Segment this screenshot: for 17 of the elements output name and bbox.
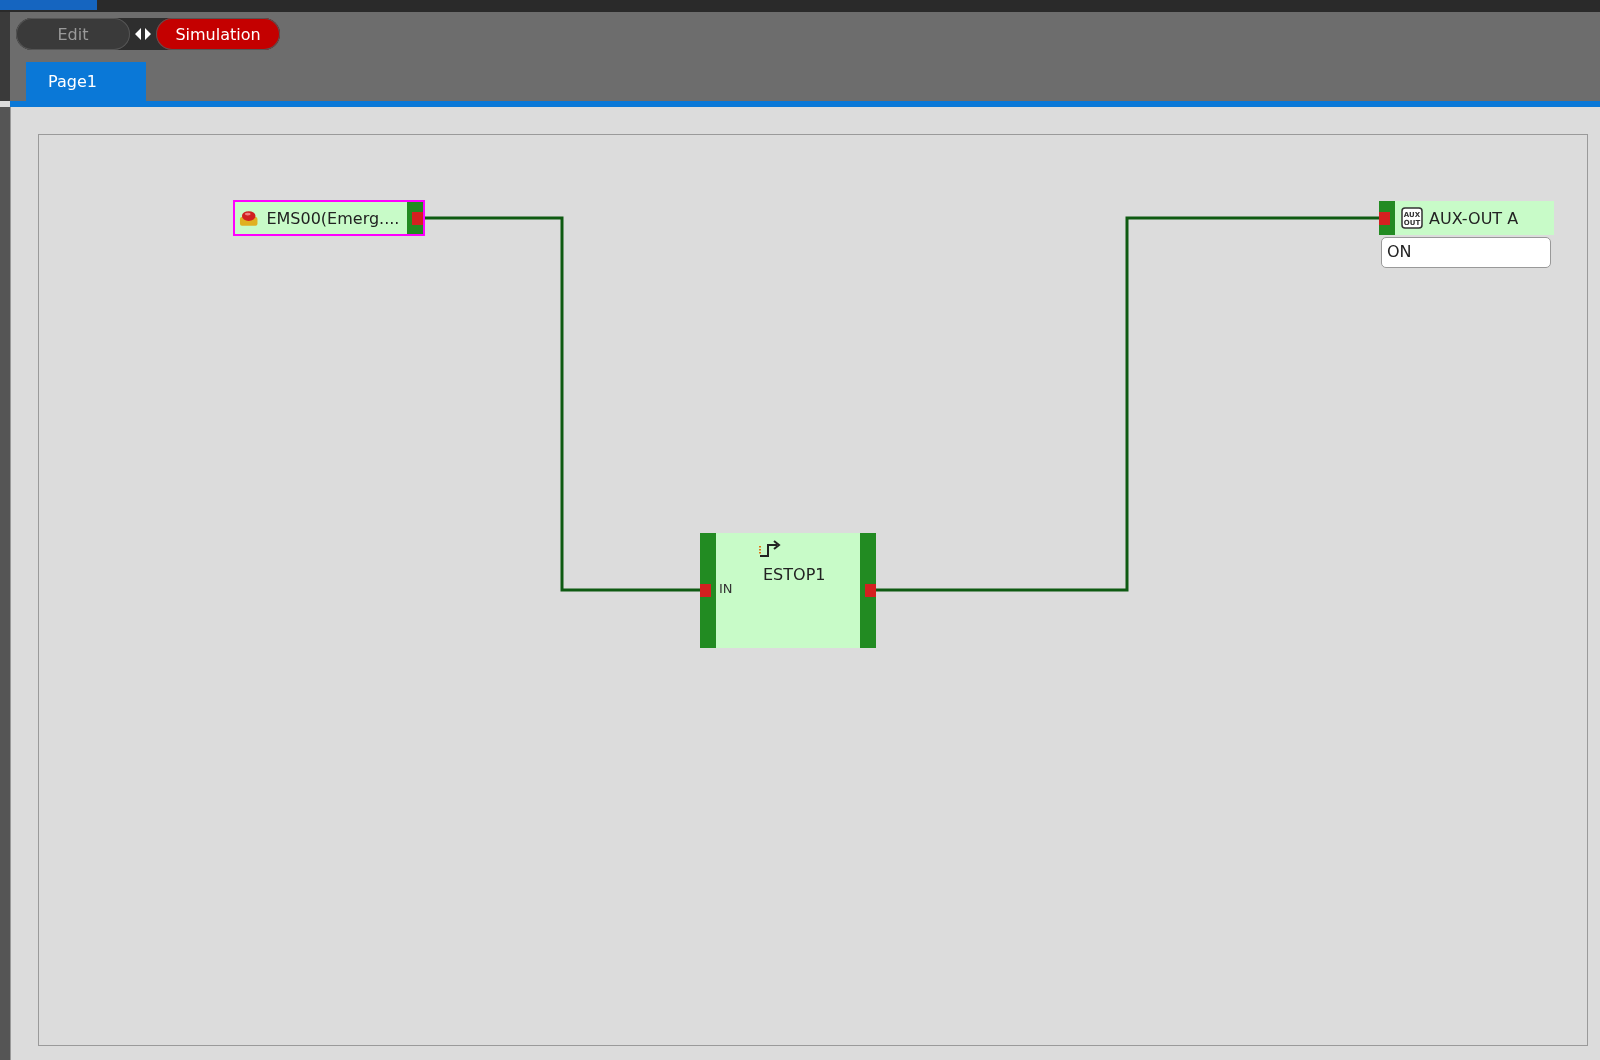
page-tab[interactable]: Page1 — [26, 62, 146, 101]
input-block[interactable]: EMS00(Emerg.... — [233, 200, 425, 236]
block-label: EMS00(Emerg.... — [266, 208, 400, 228]
emergency-button-icon — [239, 209, 259, 227]
output-port[interactable] — [865, 584, 876, 597]
mode-button[interactable]: Edit — [16, 18, 130, 50]
block-label: AUX-OUT A — [1429, 208, 1520, 228]
value-field: ON — [1381, 237, 1551, 268]
mode-button[interactable]: Simulation — [156, 18, 280, 50]
input-port[interactable] — [1379, 211, 1390, 225]
step-arrow-icon — [758, 540, 782, 560]
input-port[interactable] — [700, 584, 711, 597]
function-block[interactable]: ESTOP1 IN — [700, 533, 876, 648]
block-label: ESTOP1 — [763, 565, 826, 584]
port-label: IN — [719, 581, 733, 596]
output-port[interactable] — [412, 211, 423, 225]
swap-arrows-icon — [134, 27, 152, 41]
